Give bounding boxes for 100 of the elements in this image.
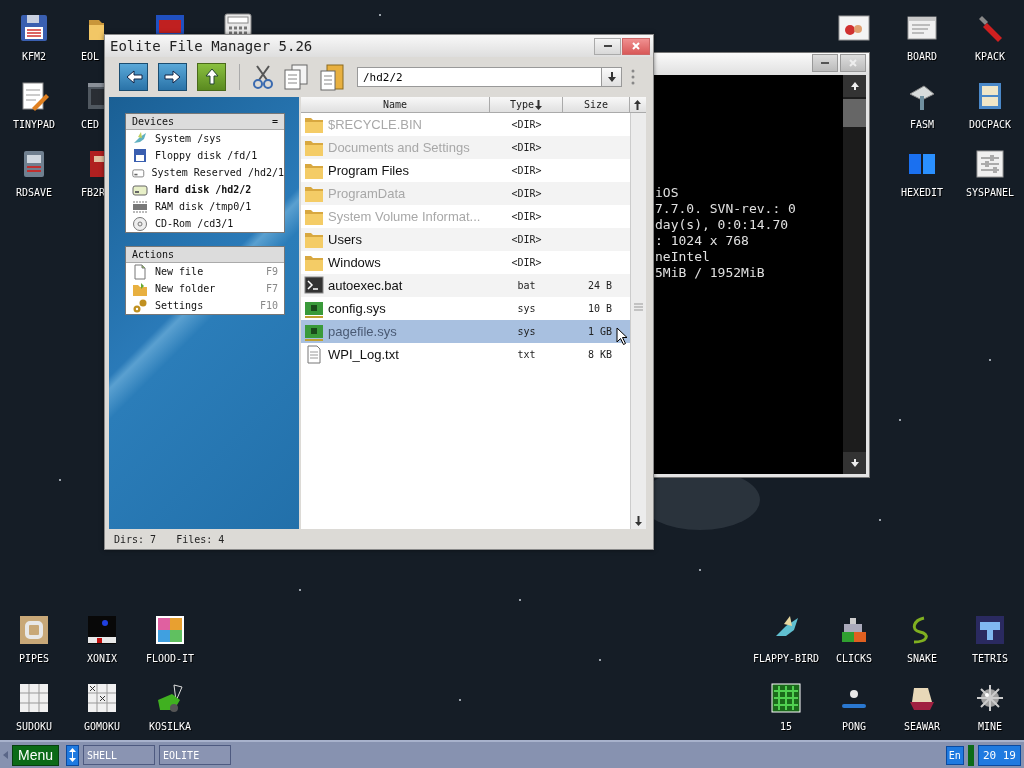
file-row[interactable]: System Volume Informat... <DIR> — [301, 205, 630, 228]
switch-button[interactable] — [66, 744, 80, 766]
folder-icon — [304, 230, 324, 249]
icon-label: PONG — [841, 721, 867, 733]
device-item[interactable]: System Reserved /hd2/1 — [126, 164, 284, 181]
blocks-icon[interactable] — [974, 614, 1006, 646]
scroll-down-button[interactable] — [843, 452, 866, 474]
forward-button[interactable] — [158, 63, 187, 91]
language-indicator[interactable]: En — [945, 745, 964, 765]
column-header[interactable]: Type — [490, 97, 563, 112]
file-name: System Volume Informat... — [328, 207, 481, 226]
file-type: <DIR> — [510, 188, 543, 199]
file-name: pagefile.sys — [328, 322, 397, 341]
mouse-pointer-icon — [616, 327, 628, 345]
dropdown-button[interactable] — [602, 67, 622, 87]
icon-label: CLICKS — [835, 653, 873, 665]
device-item[interactable]: Hard disk /hd2/2 — [126, 181, 284, 198]
file-row[interactable]: autoexec.bat bat 24 B — [301, 274, 630, 297]
file-size: 10 B — [587, 303, 612, 314]
file-row[interactable]: ProgramData <DIR> — [301, 182, 630, 205]
scroll-up-button[interactable] — [843, 75, 866, 97]
grid-icon[interactable] — [86, 682, 118, 714]
file-row[interactable]: Users <DIR> — [301, 228, 630, 251]
icon-label: DOCPACK — [968, 119, 1012, 131]
menu-toggle[interactable]: = — [271, 116, 278, 127]
mine-icon[interactable] — [974, 682, 1006, 714]
file-type: <DIR> — [510, 257, 543, 268]
minimize-button[interactable] — [594, 37, 621, 55]
icon-label: KOSILKA — [148, 721, 192, 733]
path-field[interactable]: /hd2/2 — [357, 67, 602, 87]
file-size: 1 GB — [587, 326, 612, 337]
bugs-window-icon[interactable] — [838, 12, 870, 44]
back-button[interactable] — [119, 63, 148, 91]
device-item[interactable]: System /sys — [126, 130, 284, 147]
icon-label: HEXEDIT — [900, 187, 944, 199]
file-row[interactable]: Program Files <DIR> — [301, 159, 630, 182]
scroll-grip-icon[interactable] — [634, 303, 643, 311]
status-text: Files: 4 — [176, 533, 225, 545]
device-item[interactable]: Floppy disk /fd/1 — [126, 147, 284, 164]
grid-icon[interactable] — [18, 682, 50, 714]
action-item[interactable]: Settings — [155, 300, 204, 311]
icon-label: TETRIS — [971, 653, 1009, 665]
terminal-line: 5MiB / 1952MiB — [655, 265, 766, 281]
icon-label: SYSPANEL — [965, 187, 1015, 199]
folder-icon — [304, 138, 324, 157]
up-button[interactable] — [197, 63, 226, 91]
file-name: autoexec.bat — [328, 276, 403, 295]
terminal-line: neIntel — [655, 249, 711, 265]
action-item[interactable]: New file — [155, 266, 204, 277]
game-board-icon[interactable] — [86, 614, 118, 646]
folder-icon — [304, 207, 324, 226]
file-row[interactable]: Windows <DIR> — [301, 251, 630, 274]
icon-label: EOL — [81, 51, 100, 63]
column-header[interactable]: Name — [301, 97, 490, 112]
file-type: <DIR> — [510, 211, 543, 222]
column-header[interactable]: Size — [563, 97, 630, 112]
updown-arrow-icon — [69, 748, 77, 762]
file-row[interactable]: pagefile.sys sys 1 GB — [301, 320, 630, 343]
copy-icon[interactable] — [283, 63, 309, 91]
file-size: 24 B — [587, 280, 612, 291]
file-row[interactable]: config.sys sys 10 B — [301, 297, 630, 320]
file-row[interactable]: Documents and Settings <DIR> — [301, 136, 630, 159]
device-item[interactable]: CD-Rom /cd3/1 — [126, 215, 284, 232]
tile-grid-icon[interactable] — [770, 682, 802, 714]
more-icon[interactable] — [631, 69, 635, 85]
scissors-icon[interactable] — [251, 64, 275, 90]
minimize-icon — [821, 62, 829, 64]
arrow-left-icon — [124, 68, 143, 86]
tile-grid-icon[interactable] — [154, 614, 186, 646]
file-name: Program Files — [328, 161, 409, 180]
minimize-button[interactable] — [812, 54, 838, 72]
terminal-line: day(s), 0:0:14.70 — [655, 217, 790, 233]
folder-icon — [304, 253, 324, 272]
file-name: config.sys — [328, 299, 386, 318]
file-row[interactable]: $RECYCLE.BIN <DIR> — [301, 113, 630, 136]
pipe-icon[interactable] — [18, 614, 50, 646]
shortcut: F7 — [265, 283, 278, 294]
file-type: txt — [516, 349, 537, 360]
close-button[interactable] — [622, 37, 650, 55]
sliders-icon[interactable] — [974, 148, 1006, 180]
arrow-down-icon — [849, 458, 860, 468]
file-type: <DIR> — [510, 234, 543, 245]
icon-label: SNAKE — [906, 653, 938, 665]
arrow-right-icon — [163, 68, 182, 86]
arrow-down-icon — [607, 72, 616, 82]
status-text: Dirs: 7 — [114, 533, 157, 545]
window-title: Eolite File Manager 5.26 — [110, 38, 314, 54]
device-item[interactable]: RAM disk /tmp0/1 — [126, 198, 284, 215]
panel-title: Actions — [132, 249, 175, 260]
file-type: sys — [516, 326, 537, 337]
icon-label: 15 — [779, 721, 792, 733]
terminal-line: 7.7.0. SVN-rev.: 0 — [655, 201, 797, 217]
menu-button[interactable]: Menu — [12, 744, 60, 766]
paste-icon[interactable] — [319, 62, 345, 92]
scroll-thumb[interactable] — [843, 99, 866, 127]
action-item[interactable]: New folder — [155, 283, 216, 294]
arrow-down-icon[interactable] — [635, 516, 642, 526]
calculator-icon[interactable] — [222, 12, 254, 34]
arrow-up-icon — [849, 81, 860, 91]
file-row[interactable]: WPI_Log.txt txt 8 KB — [301, 343, 630, 366]
